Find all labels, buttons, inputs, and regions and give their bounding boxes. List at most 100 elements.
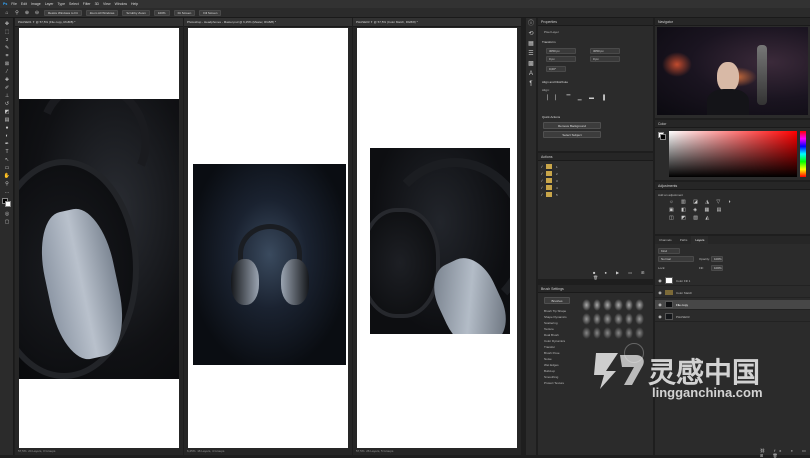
x-field[interactable]: 3050 px — [590, 48, 620, 54]
menu-filter[interactable]: Filter — [83, 2, 91, 6]
menu-window[interactable]: Window — [115, 2, 127, 6]
crop-tool-icon[interactable]: ⌗ — [3, 53, 11, 59]
visibility-eye-icon[interactable]: ◉ — [657, 302, 663, 307]
screen-mode-icon[interactable]: ▢ — [3, 219, 11, 225]
select-subject-button[interactable]: Select Subject — [543, 131, 601, 138]
blend-mode-select[interactable]: Normal — [658, 256, 694, 262]
frame-tool-icon[interactable]: ⊠ — [3, 61, 11, 67]
action-row[interactable]: ✓ 3 — [538, 177, 653, 184]
visibility-eye-icon[interactable]: ◉ — [657, 290, 663, 295]
healing-tool-icon[interactable]: ✚ — [3, 77, 11, 83]
tab-layers[interactable]: Layers — [691, 236, 709, 244]
transform-section-title[interactable]: Transform — [542, 40, 556, 44]
layer-filter-kind[interactable]: Kind — [658, 248, 680, 254]
fit-screen-button[interactable]: Fit Screen — [173, 9, 196, 16]
stamp-tool-icon[interactable]: ⊥ — [3, 93, 11, 99]
menu-help[interactable]: Help — [131, 2, 138, 6]
hand-tool-icon[interactable]: ✋ — [3, 173, 11, 179]
gradient-tool-icon[interactable]: ▤ — [3, 117, 11, 123]
menu-edit[interactable]: Edit — [21, 2, 27, 6]
remove-background-button[interactable]: Remove Background — [543, 122, 601, 129]
color-picker-field[interactable] — [669, 131, 797, 177]
shape-tool-icon[interactable]: ▭ — [3, 165, 11, 171]
tab-paths[interactable]: Paths — [676, 236, 692, 244]
color-bg-swatch[interactable] — [660, 134, 666, 140]
layer-row[interactable]: ◉ Color Match — [655, 288, 810, 298]
type-tool-icon[interactable]: T — [3, 149, 11, 155]
color-title[interactable]: Color — [655, 120, 810, 128]
zoom-tool-icon[interactable]: ⚲ — [14, 10, 20, 16]
history-icon[interactable]: ⟲ — [528, 31, 535, 38]
more-tools-icon[interactable]: … — [3, 189, 11, 195]
menu-view[interactable]: View — [103, 2, 111, 6]
canvas-3[interactable] — [357, 28, 517, 448]
menu-type[interactable]: Type — [57, 2, 65, 6]
angle-field[interactable]: 0,00° — [546, 66, 566, 72]
action-row[interactable]: ✓ 4 — [538, 184, 653, 191]
zoom-all-windows-checkbox[interactable]: Zoom All Windows — [85, 9, 119, 16]
zoom-out-icon[interactable]: ⊖ — [34, 10, 40, 16]
brush-option[interactable]: Protect Texture — [544, 381, 567, 387]
visibility-eye-icon[interactable]: ◉ — [657, 278, 663, 283]
ps-logo-icon[interactable]: Ps — [3, 2, 7, 6]
action-row[interactable]: ✓ 5 — [538, 191, 653, 198]
menu-file[interactable]: File — [11, 2, 17, 6]
zoom-tool-icon[interactable]: ⚲ — [3, 181, 11, 187]
home-icon[interactable]: ⌂ — [4, 10, 10, 16]
brushes-button[interactable]: Brushes — [544, 297, 570, 304]
quick-mask-icon[interactable]: ◎ — [3, 211, 11, 217]
visibility-eye-icon[interactable]: ◉ — [657, 314, 663, 319]
menu-select[interactable]: Select — [69, 2, 79, 6]
layer-row[interactable]: ◉ Color Fill 1 — [655, 276, 810, 286]
zoom-in-icon[interactable]: ⊕ — [24, 10, 30, 16]
path-select-icon[interactable]: ↖ — [3, 157, 11, 163]
brush-tip-grid[interactable] — [582, 299, 644, 339]
eraser-tool-icon[interactable]: ◩ — [3, 109, 11, 115]
pen-tool-icon[interactable]: ✒ — [3, 141, 11, 147]
paragraph-icon[interactable]: ¶ — [528, 81, 535, 88]
doc-zoom-3[interactable]: 57,5% — [356, 449, 365, 453]
action-row[interactable]: ✓ 2 — [538, 170, 653, 177]
marquee-tool-icon[interactable]: ⬚ — [3, 29, 11, 35]
navigator-title[interactable]: Navigator — [655, 18, 810, 26]
resize-windows-checkbox[interactable]: Resize Windows to Fit — [44, 9, 82, 16]
history-brush-icon[interactable]: ↺ — [3, 101, 11, 107]
document-tab-1[interactable]: PHASE01 ✦ @ 57,5% (File copy, RGB/8) * — [15, 18, 183, 27]
width-field[interactable]: 3050 px — [546, 48, 576, 54]
layers-footer-controls[interactable]: ⛓ fx ◑ ▭ ⊞ 🗑 — [760, 448, 810, 458]
background-color-swatch[interactable] — [5, 201, 11, 207]
tab-channels[interactable]: Channels — [655, 236, 676, 244]
adjustments-title[interactable]: Adjustments — [655, 182, 810, 190]
hue-slider[interactable] — [800, 131, 806, 177]
properties-title[interactable]: Properties — [538, 18, 653, 26]
lasso-tool-icon[interactable]: ↄ — [3, 37, 11, 43]
align-section-title[interactable]: Align and Distribute — [542, 80, 568, 84]
dodge-tool-icon[interactable]: ◐ — [3, 133, 11, 139]
brush-tool-icon[interactable]: ✐ — [3, 85, 11, 91]
opacity-field[interactable]: 100% — [711, 256, 723, 262]
zoom-100-button[interactable]: 100% — [153, 9, 170, 16]
doc-zoom-1[interactable]: 57,5% — [18, 449, 27, 453]
menu-layer[interactable]: Layer — [45, 2, 54, 6]
adjustment-icons-row1[interactable]: ☼ ▥ ◪ ◮ ▽ ◑ — [669, 199, 734, 205]
info-icon[interactable]: ⓘ — [528, 21, 535, 28]
quick-actions-title[interactable]: Quick Actions — [542, 115, 560, 119]
align-buttons[interactable]: ▕ ▏ ▔ ▁ ▬ ▐ — [544, 95, 624, 101]
adjustment-icons-row2[interactable]: ▣ ◧ ◈ ▦ ▤ — [669, 207, 724, 213]
scrubby-zoom-checkbox[interactable]: Scrubby Zoom — [122, 9, 150, 16]
blur-tool-icon[interactable]: ● — [3, 125, 11, 131]
layer-row[interactable]: ◉ PHASE03 — [655, 312, 810, 322]
patterns-icon[interactable]: ▩ — [528, 61, 535, 68]
actions-title[interactable]: Actions — [538, 153, 653, 161]
libraries-icon[interactable]: ☰ — [528, 51, 535, 58]
action-row[interactable]: ✓ 1 — [538, 163, 653, 170]
menu-image[interactable]: Image — [31, 2, 41, 6]
doc-zoom-2[interactable]: 6,25% — [187, 449, 196, 453]
eyedropper-tool-icon[interactable]: ⁄ — [3, 69, 11, 75]
canvas-1[interactable] — [19, 28, 179, 448]
character-icon[interactable]: A — [528, 71, 535, 78]
fill-screen-button[interactable]: Fill Screen — [199, 9, 222, 16]
canvas-2[interactable] — [188, 28, 348, 448]
move-tool-icon[interactable]: ✥ — [3, 21, 11, 27]
layer-row-selected[interactable]: ◉ File copy — [655, 300, 810, 310]
